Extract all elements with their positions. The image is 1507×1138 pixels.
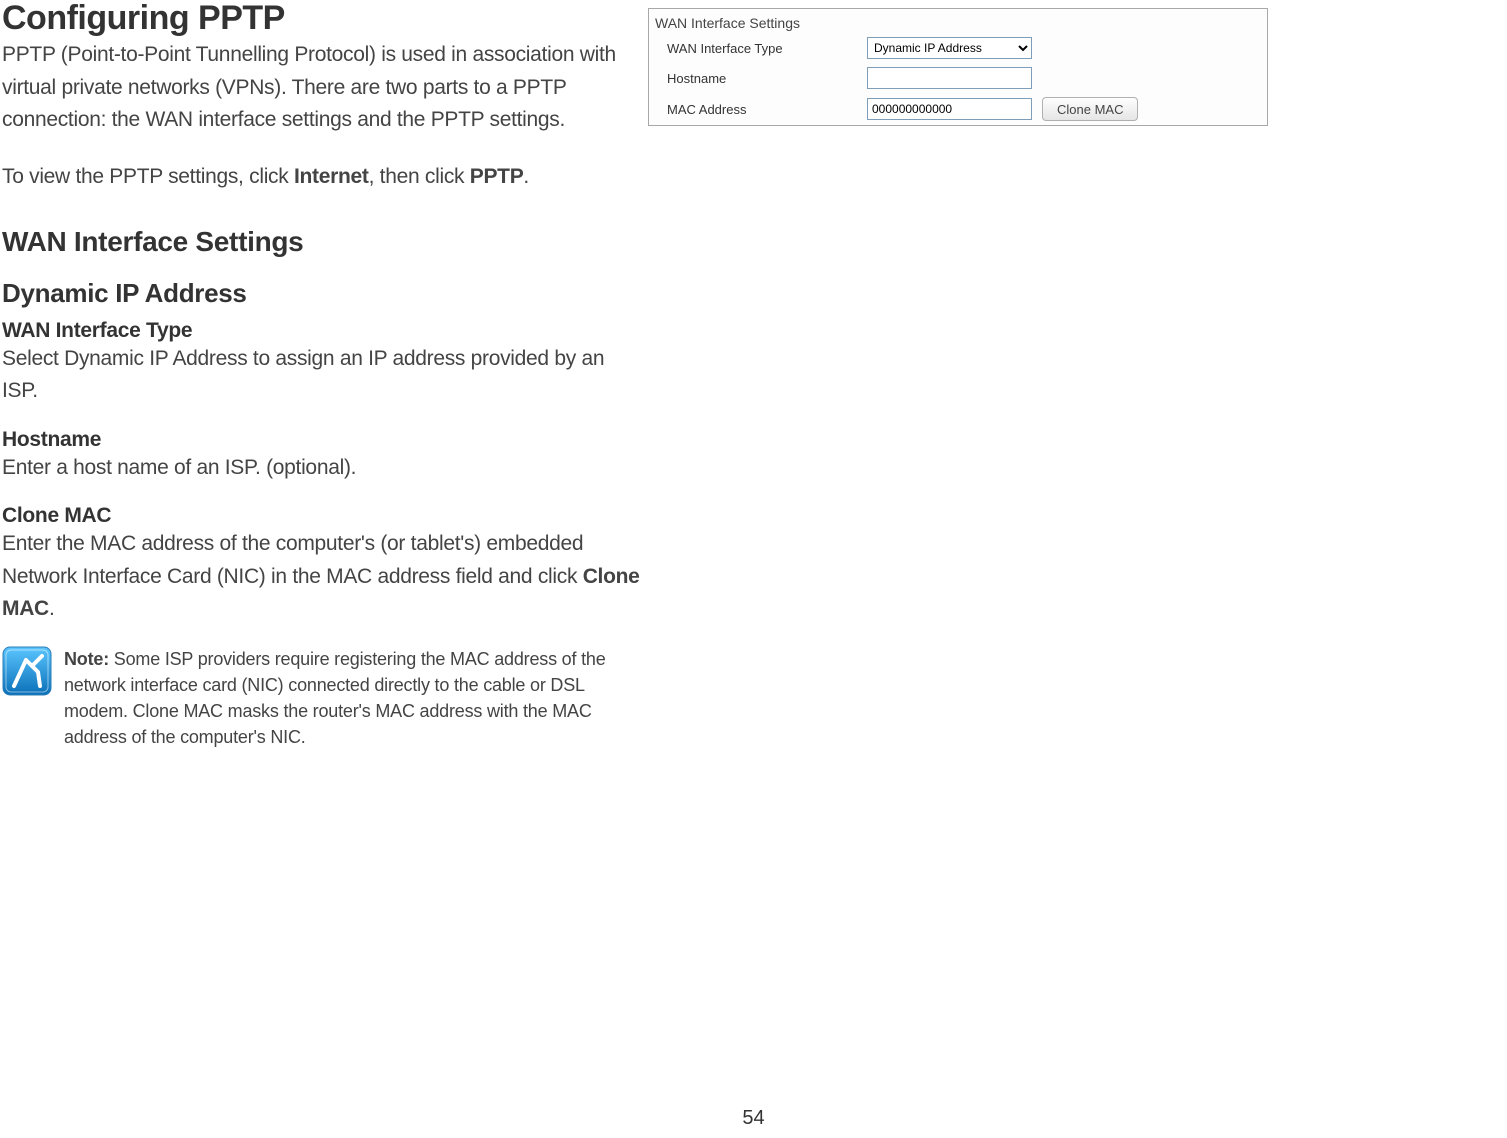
note-block: Note: Some ISP providers require registe… bbox=[2, 646, 640, 750]
panel-row-mac: MAC Address Clone MAC bbox=[649, 93, 1267, 125]
note-body: Some ISP providers require registering t… bbox=[64, 649, 606, 747]
clone-mac-desc-post: . bbox=[49, 597, 55, 620]
field-label-wan-type: WAN Interface Type bbox=[2, 319, 640, 343]
wan-settings-panel: WAN Interface Settings WAN Interface Typ… bbox=[648, 8, 1268, 126]
note-icon bbox=[2, 646, 52, 696]
field-desc-clone-mac: Enter the MAC address of the computer's … bbox=[2, 528, 640, 626]
note-text: Note: Some ISP providers require registe… bbox=[64, 646, 640, 750]
panel-title: WAN Interface Settings bbox=[649, 9, 1267, 33]
section-heading-wan: WAN Interface Settings bbox=[2, 226, 640, 258]
intro-2-text-post: . bbox=[523, 165, 529, 188]
wan-interface-type-select[interactable]: Dynamic IP Address bbox=[867, 37, 1032, 59]
intro-2-text-pre: To view the PPTP settings, click bbox=[2, 165, 294, 188]
note-label: Note: bbox=[64, 649, 109, 669]
doc-left-column: Configuring PPTP PPTP (Point-to-Point Tu… bbox=[0, 0, 640, 750]
intro-paragraph-1: PPTP (Point-to-Point Tunnelling Protocol… bbox=[2, 39, 640, 137]
field-label-hostname: Hostname bbox=[2, 428, 640, 452]
intro-2-bold-internet: Internet bbox=[294, 165, 369, 188]
subsection-heading-dynamic-ip: Dynamic IP Address bbox=[2, 278, 640, 309]
field-desc-wan-type: Select Dynamic IP Address to assign an I… bbox=[2, 343, 640, 408]
panel-row-wan-type: WAN Interface Type Dynamic IP Address bbox=[649, 33, 1267, 63]
hostname-input[interactable] bbox=[867, 67, 1032, 89]
field-label-clone-mac: Clone MAC bbox=[2, 504, 640, 528]
panel-row-hostname: Hostname bbox=[649, 63, 1267, 93]
panel-label-wan-type: WAN Interface Type bbox=[667, 41, 867, 56]
clone-mac-desc-pre: Enter the MAC address of the computer's … bbox=[2, 532, 583, 588]
field-desc-hostname: Enter a host name of an ISP. (optional). bbox=[2, 452, 640, 485]
clone-mac-button[interactable]: Clone MAC bbox=[1042, 97, 1138, 121]
page-number: 54 bbox=[0, 1107, 1507, 1130]
panel-label-hostname: Hostname bbox=[667, 71, 867, 86]
mac-address-input[interactable] bbox=[867, 98, 1032, 120]
intro-2-bold-pptp: PPTP bbox=[470, 165, 524, 188]
panel-label-mac: MAC Address bbox=[667, 102, 867, 117]
page-title: Configuring PPTP bbox=[2, 0, 640, 37]
intro-paragraph-2: To view the PPTP settings, click Interne… bbox=[2, 161, 640, 194]
intro-2-text-mid: , then click bbox=[369, 165, 470, 188]
